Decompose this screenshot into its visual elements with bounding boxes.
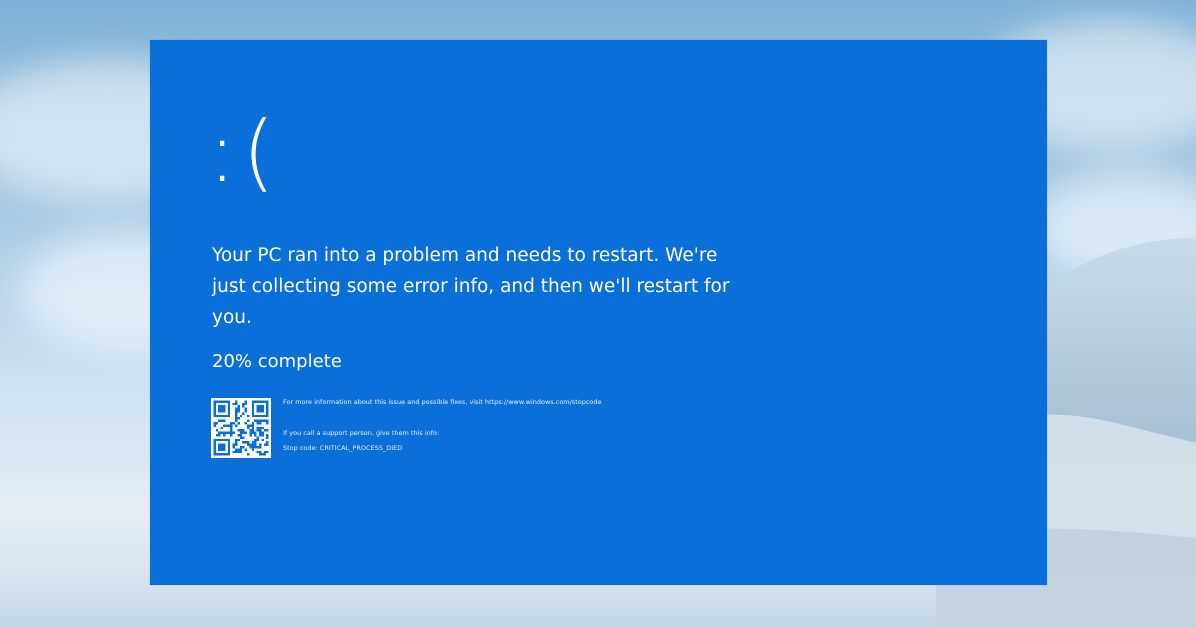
- support-line: If you call a support person, give them …: [283, 429, 440, 437]
- desktop-backdrop: :( Your PC ran into a problem and needs …: [0, 0, 1196, 628]
- sad-face: :(: [208, 103, 282, 201]
- stop-code-line: Stop code: CRITICAL_PROCESS_DIED: [283, 444, 403, 452]
- error-message: Your PC ran into a problem and needs to …: [212, 245, 730, 328]
- progress-text: 20% complete: [212, 351, 342, 372]
- info-block: For more information about this issue an…: [283, 398, 843, 453]
- qr-code-icon: [211, 398, 271, 458]
- blue-screen-panel: :( Your PC ran into a problem and needs …: [150, 40, 1047, 585]
- info-url-line: For more information about this issue an…: [283, 398, 602, 406]
